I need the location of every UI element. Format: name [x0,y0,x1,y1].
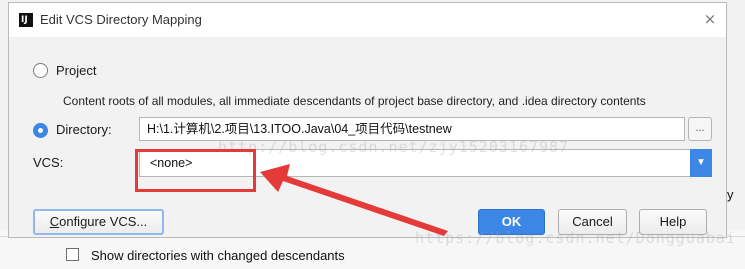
watermark-top: http://blog.csdn.net/zjy15203167987 [218,138,570,156]
background-clipped-text: y [727,187,734,202]
project-description: Content roots of all modules, all immedi… [63,94,646,108]
directory-radio-label[interactable]: Directory: [56,122,112,137]
vcs-label: VCS: [33,155,64,170]
dialog-title: Edit VCS Directory Mapping [40,12,202,27]
chevron-down-icon[interactable]: ▼ [690,149,712,177]
browse-button[interactable]: ... [688,117,712,141]
directory-radio[interactable] [33,123,48,138]
configure-vcs-mnemonic: C [49,214,60,229]
project-radio-label[interactable]: Project [56,63,96,78]
project-radio[interactable] [33,63,48,78]
dialog-titlebar: IJ Edit VCS Directory Mapping × [9,3,726,37]
show-changed-descendants-checkbox[interactable] [66,248,79,261]
close-icon[interactable]: × [701,9,719,29]
annotation-highlight-box [135,149,256,192]
configure-vcs-label: onfigure VCS... [59,214,148,229]
configure-vcs-button[interactable]: Configure VCS... [33,209,164,235]
show-changed-descendants-label: Show directories with changed descendant… [91,248,345,263]
edit-vcs-mapping-dialog: IJ Edit VCS Directory Mapping × Project … [8,2,727,238]
intellij-icon: IJ [19,13,33,27]
watermark-bottom: https://blog.csdn.net/Dongguabai [415,229,736,247]
